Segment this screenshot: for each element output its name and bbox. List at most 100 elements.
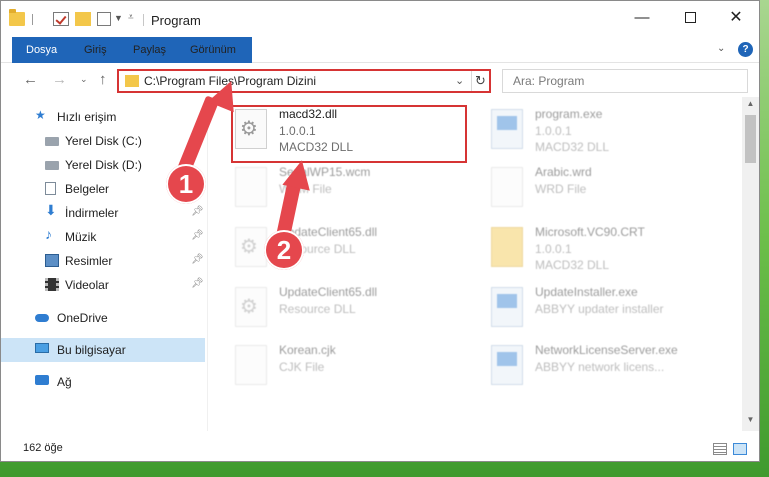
file-name: UpdateInstaller.exe — [535, 285, 638, 299]
pane-splitter[interactable] — [207, 97, 208, 431]
back-button[interactable]: ← — [23, 71, 38, 88]
file-description: MACD32 DLL — [535, 140, 610, 154]
star-icon: ★ — [35, 108, 46, 122]
file-name: UpdateClient65.dll — [279, 285, 378, 299]
file-description: MACD32 DLL — [535, 258, 610, 272]
sidebar-item-local-disk-c[interactable]: Yerel Disk (C:) 📌︎ — [1, 129, 205, 153]
chevron-down-icon[interactable]: ⌄ — [455, 74, 464, 87]
file-item[interactable]: UpdateClient65.dll Resource DLL — [213, 283, 453, 339]
file-item[interactable]: NetworkLicenseServer.exe ABBYY network l… — [469, 341, 709, 397]
window-title: Program — [151, 13, 201, 28]
sidebar-item-label: Yerel Disk (C:) — [65, 134, 142, 148]
ribbon-tabs: Dosya Giriş Paylaş Görünüm ⌄ ? — [1, 37, 759, 93]
explorer-window: ▼ ⩡ Program — ✕ Dosya Giriş Paylaş Görün… — [0, 0, 760, 462]
close-button[interactable]: ✕ — [721, 7, 751, 29]
file-name: Microsoft.VC90.CRT — [535, 225, 645, 239]
recent-locations-icon[interactable]: ⌄ — [80, 74, 88, 85]
pin-icon[interactable]: 📌︎ — [191, 206, 204, 217]
scroll-up-icon[interactable]: ▲ — [742, 99, 759, 108]
sidebar-item-label: Müzik — [65, 230, 97, 244]
file-version: 1.0.0.1 — [535, 124, 572, 138]
annotation-arrowhead-2 — [282, 157, 316, 191]
title-bar: ▼ ⩡ Program — ✕ — [1, 1, 759, 37]
exe-icon — [491, 345, 523, 385]
search-input[interactable]: Ara: Program — [513, 74, 584, 88]
sidebar-item-music[interactable]: ♪ Müzik 📌︎ — [1, 225, 205, 249]
help-icon[interactable]: ? — [738, 42, 753, 57]
tab-view[interactable]: Görünüm — [179, 37, 247, 63]
new-folder-icon[interactable] — [75, 12, 91, 26]
navigation-bar: ← → ⌄ ↑ C:\Program Files\Program Dizini … — [1, 63, 759, 97]
pin-icon[interactable]: 📌︎ — [191, 230, 204, 241]
search-box[interactable]: Ara: Program — [502, 69, 748, 93]
file-highlight-box — [231, 105, 467, 163]
folder-icon[interactable] — [9, 9, 25, 26]
file-name: Arabic.wrd — [535, 165, 592, 179]
pin-icon[interactable]: 📌︎ — [191, 278, 204, 289]
chevron-down-icon[interactable]: ▼ — [114, 13, 123, 23]
pin-icon[interactable]: 📌︎ — [191, 254, 204, 265]
file-item[interactable]: UpdateClient65.dll Resource DLL — [213, 223, 453, 279]
maximize-icon — [684, 12, 696, 23]
tiles-view-icon[interactable] — [733, 443, 747, 455]
title-separator — [143, 14, 144, 26]
expand-ribbon-icon[interactable]: ⌄ — [717, 43, 725, 54]
music-note-icon: ♪ — [45, 226, 52, 242]
tab-share[interactable]: Paylaş — [122, 37, 177, 63]
minimize-button[interactable]: — — [627, 7, 657, 29]
picture-icon — [45, 254, 59, 267]
customize-toolbar-icon[interactable]: ⩡ — [128, 12, 134, 23]
exe-icon — [491, 287, 523, 327]
document-icon — [45, 182, 56, 195]
maximize-button[interactable] — [675, 7, 705, 29]
file-item[interactable]: SerialWP15.wcm WCM File — [213, 163, 453, 219]
file-version: 1.0.0.1 — [535, 242, 572, 256]
film-icon — [45, 278, 59, 291]
file-name: Korean.cjk — [279, 343, 336, 357]
scroll-down-icon[interactable]: ▼ — [742, 415, 759, 424]
dll-gear-icon — [235, 227, 267, 267]
file-icon — [491, 167, 523, 207]
folder-icon — [125, 75, 139, 87]
cloud-icon — [35, 314, 49, 322]
file-type: ABBYY updater installer — [535, 302, 664, 316]
annotation-badge-2: 2 — [264, 230, 304, 270]
file-icon — [235, 345, 267, 385]
file-item[interactable]: Arabic.wrd WRD File — [469, 163, 709, 219]
folder-icon — [491, 227, 523, 267]
file-item[interactable]: UpdateInstaller.exe ABBYY updater instal… — [469, 283, 709, 339]
sidebar-item-pictures[interactable]: Resimler 📌︎ — [1, 249, 205, 273]
exe-icon — [491, 109, 523, 149]
sidebar-item-label: Videolar — [65, 278, 109, 292]
sidebar-item-label: Yerel Disk (D:) — [65, 158, 142, 172]
sidebar-item-label: Resimler — [65, 254, 113, 268]
file-type: ABBYY network licens... — [535, 360, 665, 374]
sidebar-item-onedrive[interactable]: OneDrive — [1, 306, 205, 330]
file-type: WRD File — [535, 182, 587, 196]
file-item[interactable]: Korean.cjk CJK File — [213, 341, 453, 397]
file-icon — [235, 167, 267, 207]
properties-check-icon[interactable] — [53, 12, 69, 26]
file-name: NetworkLicenseServer.exe — [535, 343, 678, 357]
file-item[interactable]: program.exe 1.0.0.1 MACD32 DLL — [469, 105, 709, 161]
network-icon — [35, 375, 49, 385]
address-bar[interactable]: C:\Program Files\Program Dizini ⌄ ↻ — [117, 69, 491, 93]
up-button[interactable]: ↑ — [99, 71, 107, 88]
file-item[interactable]: Microsoft.VC90.CRT 1.0.0.1 MACD32 DLL — [469, 223, 709, 279]
details-view-icon[interactable] — [713, 443, 727, 455]
sidebar-item-label: Bu bilgisayar — [57, 343, 126, 357]
sidebar-item-label: OneDrive — [57, 311, 108, 325]
tab-home[interactable]: Giriş — [73, 37, 118, 63]
refresh-button[interactable]: ↻ — [471, 71, 489, 91]
sidebar-item-network[interactable]: Ağ — [1, 370, 205, 394]
sidebar-item-videos[interactable]: Videolar 📌︎ — [1, 273, 205, 297]
view-properties-icon[interactable] — [97, 12, 111, 26]
drive-icon — [45, 161, 59, 170]
annotation-badge-1: 1 — [166, 164, 206, 204]
vertical-scrollbar[interactable]: ▲ ▼ — [742, 97, 759, 431]
sidebar-item-this-pc[interactable]: Bu bilgisayar — [1, 338, 205, 362]
sidebar-item-quick-access[interactable]: ★ Hızlı erişim — [1, 105, 205, 129]
forward-button[interactable]: → — [52, 71, 67, 88]
scrollbar-thumb[interactable] — [745, 115, 756, 163]
sidebar-item-downloads[interactable]: ⬇ İndirmeler 📌︎ — [1, 201, 205, 225]
